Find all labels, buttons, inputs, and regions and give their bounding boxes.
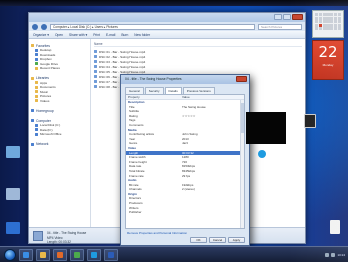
property-name: Publisher (129, 210, 142, 215)
nav-network[interactable]: Network (31, 142, 88, 147)
video-file-icon (94, 50, 97, 53)
chrome-icon (74, 251, 80, 258)
folder-icon (40, 251, 46, 258)
computer-icon (31, 119, 34, 122)
computer-icon[interactable] (6, 146, 20, 158)
explorer-title-bar[interactable] (29, 13, 305, 22)
music-icon (35, 90, 38, 94)
recycle-bin-icon[interactable] (6, 188, 20, 200)
address-bar[interactable]: Computer ▸ Local Disk (C:) ▸ Users ▸ Pic… (50, 23, 255, 30)
back-button[interactable] (32, 23, 38, 30)
taskbar-ie[interactable] (19, 248, 33, 261)
dialog-title-bar[interactable]: 04 - title - The Swing House Properties (121, 75, 249, 84)
videos-icon (35, 99, 38, 103)
video-file-icon (94, 85, 97, 88)
downloads-icon (35, 53, 38, 57)
burn-button[interactable]: Burn (121, 33, 128, 37)
pictures-icon (35, 94, 38, 98)
media-player-icon (57, 251, 63, 258)
properties-dialog: 04 - title - The Swing House Properties … (120, 74, 250, 246)
video-file-icon (94, 60, 97, 63)
properties-scrollbar[interactable] (240, 100, 244, 228)
drive-icon (35, 123, 38, 127)
cancel-button[interactable]: Cancel (209, 237, 226, 243)
forward-button[interactable] (41, 23, 47, 30)
homegroup-icon (31, 109, 34, 112)
word-icon (108, 251, 114, 258)
screen-glare (288, 0, 348, 262)
command-bar: Organize ▾ Open Share with ▾ Print E-mai… (29, 31, 305, 39)
video-file-icon (94, 70, 97, 73)
property-row[interactable]: Publisher (126, 210, 244, 215)
scrollbar-thumb[interactable] (241, 103, 244, 133)
video-file-icon (94, 75, 97, 78)
property-list: Description Title The Swing House Subtitle R… (126, 100, 244, 215)
drive-icon (35, 62, 38, 66)
drive-icon (35, 128, 38, 132)
drive-icon (35, 132, 38, 136)
desktop-icon (35, 48, 38, 52)
dropbox-icon[interactable] (6, 222, 20, 234)
details-file-name: 04 - title - The Swing House (47, 231, 87, 235)
share-with-button[interactable]: Share with ▾ (69, 33, 87, 37)
dialog-tabs: General Security Details Previous Versio… (121, 84, 249, 94)
nav-item-recent-places[interactable]: Recent Places (31, 66, 88, 71)
navigation-pane: Favorites Desktop Downloads Dropbox Goog… (29, 39, 91, 243)
remove-properties-link[interactable]: Remove Properties and Personal Informati… (127, 231, 187, 235)
library-icon (31, 76, 34, 80)
column-header-name[interactable]: Name (94, 42, 302, 47)
nav-item-videos[interactable]: Videos (31, 99, 88, 104)
ok-button[interactable]: OK (190, 237, 207, 243)
tab-security[interactable]: Security (144, 87, 164, 94)
nav-homegroup[interactable]: Homegroup (31, 108, 88, 113)
property-column-header[interactable]: Property (126, 95, 180, 99)
print-button[interactable]: Print (93, 33, 100, 37)
dialog-title: 04 - title - The Swing House Properties (125, 77, 182, 81)
taskbar-skype[interactable] (87, 248, 101, 261)
address-bar-row: Computer ▸ Local Disk (C:) ▸ Users ▸ Pic… (29, 22, 305, 31)
video-file-icon (94, 65, 97, 68)
video-file-icon (94, 55, 97, 58)
taskbar-explorer[interactable] (36, 248, 50, 261)
folder-icon (35, 81, 38, 85)
organize-button[interactable]: Organize ▾ (33, 33, 49, 37)
skype-icon[interactable] (258, 150, 266, 158)
nav-item-office[interactable]: Microsoft Office (31, 132, 88, 137)
skype-icon (91, 251, 97, 258)
tab-previous-versions[interactable]: Previous Versions (182, 87, 215, 94)
property-value (180, 210, 244, 215)
email-button[interactable]: E-mail (106, 33, 115, 37)
dialog-close-button[interactable] (236, 76, 247, 82)
video-window[interactable] (246, 112, 286, 144)
ie-icon (23, 251, 29, 258)
folder-icon (35, 66, 38, 70)
star-icon (31, 44, 34, 47)
dropbox-icon (35, 57, 38, 61)
video-file-icon (94, 80, 97, 83)
new-folder-button[interactable]: New folder (134, 33, 150, 37)
open-button[interactable]: Open (55, 33, 63, 37)
network-icon (31, 142, 34, 146)
taskbar-media-player[interactable] (53, 248, 67, 261)
value-column-header[interactable]: Value (180, 95, 190, 99)
folder-icon (35, 85, 38, 89)
apply-button[interactable]: Apply (228, 237, 245, 243)
tab-details[interactable]: Details (164, 87, 182, 94)
taskbar-word[interactable] (104, 248, 118, 261)
tab-general[interactable]: General (125, 87, 144, 94)
file-thumbnail (33, 231, 43, 241)
minimize-button[interactable] (274, 14, 282, 20)
details-length: Length: 00:03:32 (47, 240, 71, 244)
details-panel: Property Value Description Title The Swing… (125, 94, 245, 229)
start-button[interactable] (4, 248, 16, 261)
taskbar-chrome[interactable] (70, 248, 84, 261)
